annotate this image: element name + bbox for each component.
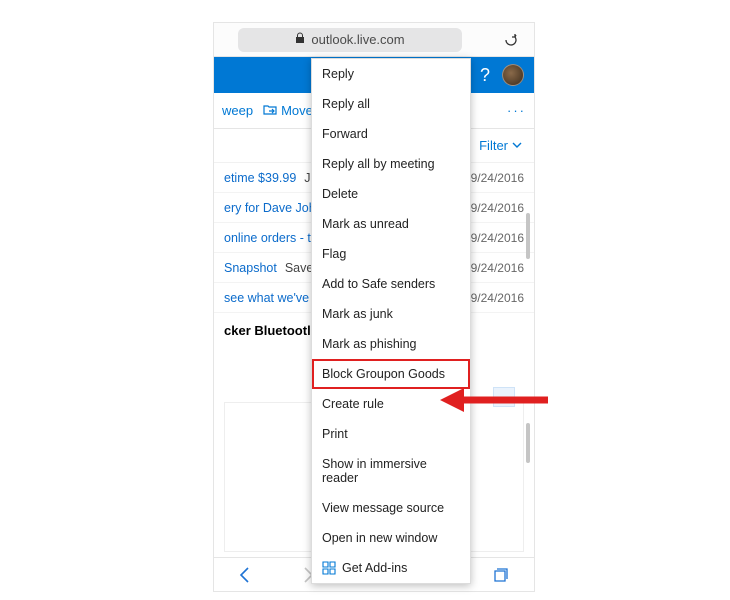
tabs-button[interactable]: [492, 566, 510, 584]
scrollbar-thumb[interactable]: [526, 423, 530, 463]
toolbar-more-button[interactable]: ···: [507, 103, 526, 118]
message-subject: Snapshot: [224, 261, 277, 275]
message-subject: see what we've: [224, 291, 309, 305]
url-text: outlook.live.com: [311, 32, 404, 47]
chevron-down-icon: [512, 138, 522, 153]
addins-icon: [322, 561, 336, 575]
annotation-arrow: [440, 385, 550, 415]
message-date: 9/24/2016: [471, 201, 524, 215]
ctx-reply-all[interactable]: Reply all: [312, 89, 470, 119]
message-date: 9/24/2016: [471, 291, 524, 305]
browser-address-bar: outlook.live.com: [214, 23, 534, 57]
folder-move-icon: [263, 103, 277, 118]
ctx-view-source[interactable]: View message source: [312, 493, 470, 523]
avatar[interactable]: [502, 64, 524, 86]
help-button[interactable]: ?: [480, 65, 490, 86]
scrollbar-thumb[interactable]: [526, 213, 530, 259]
ctx-mark-unread[interactable]: Mark as unread: [312, 209, 470, 239]
mobile-viewport: outlook.live.com ? weep Move ··· Filter …: [213, 22, 535, 592]
message-subject: online orders - t: [224, 231, 311, 245]
ctx-delete[interactable]: Delete: [312, 179, 470, 209]
ctx-immersive-reader[interactable]: Show in immersive reader: [312, 449, 470, 493]
message-date: 9/24/2016: [471, 171, 524, 185]
filter-button[interactable]: Filter: [479, 138, 508, 153]
ctx-reply-all-meeting[interactable]: Reply all by meeting: [312, 149, 470, 179]
lock-icon: [295, 32, 305, 47]
ctx-open-new-window[interactable]: Open in new window: [312, 523, 470, 553]
ctx-reply[interactable]: Reply: [312, 59, 470, 89]
back-button[interactable]: [238, 566, 252, 584]
message-context-menu: Reply Reply all Forward Reply all by mee…: [311, 58, 471, 584]
reload-button[interactable]: [500, 32, 522, 48]
ctx-forward[interactable]: Forward: [312, 119, 470, 149]
ctx-get-addins[interactable]: Get Add-ins: [312, 553, 470, 583]
ctx-mark-phishing[interactable]: Mark as phishing: [312, 329, 470, 359]
ctx-mark-junk[interactable]: Mark as junk: [312, 299, 470, 329]
ctx-print[interactable]: Print: [312, 419, 470, 449]
move-label: Move: [281, 103, 313, 118]
message-date: 9/24/2016: [471, 261, 524, 275]
selected-subject: cker Bluetootl: [224, 323, 311, 338]
address-pill[interactable]: outlook.live.com: [238, 28, 462, 52]
message-date: 9/24/2016: [471, 231, 524, 245]
ctx-add-safe-senders[interactable]: Add to Safe senders: [312, 269, 470, 299]
ctx-flag[interactable]: Flag: [312, 239, 470, 269]
move-button[interactable]: Move: [263, 103, 313, 118]
message-subject: ery for Dave Joh: [224, 201, 316, 215]
sweep-button[interactable]: weep: [222, 103, 253, 118]
message-subject: etime $39.99: [224, 171, 296, 185]
